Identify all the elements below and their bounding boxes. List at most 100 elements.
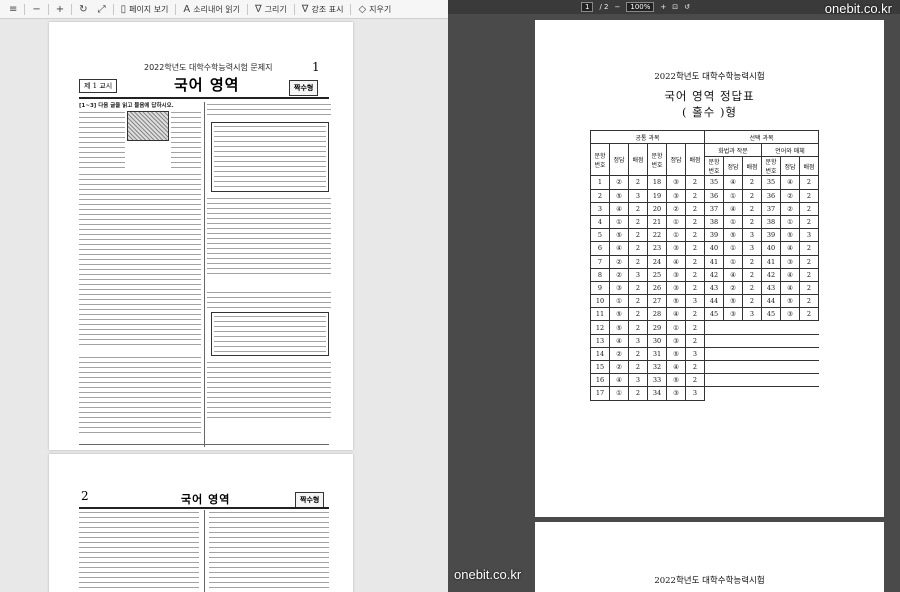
answer-cell: 43 — [761, 280, 781, 296]
question-intro: [1~3] 다음 글을 읽고 물음에 답하시오. — [79, 103, 174, 109]
answer-cell: ③ — [666, 175, 686, 190]
session-label: 제 1 교시 — [79, 79, 118, 93]
answer-cell: 39 — [704, 228, 724, 243]
question-text — [207, 292, 331, 308]
table-row: 5 ⑤ 2 22 ① 2 39 ⑤ 3 39 ⑤ 3 — [590, 228, 819, 243]
answer-cell: ⑤ — [780, 228, 800, 243]
draw-button[interactable]: ∇ 그리기 — [250, 0, 292, 18]
table-row: 8 ② 3 25 ③ 2 42 ④ 2 42 ④ 2 — [590, 267, 819, 282]
answer-cell: 2 — [685, 307, 705, 322]
answer-cell: 2 — [799, 267, 819, 282]
answer-cell: ② — [780, 201, 800, 216]
answer-cell: 3 — [590, 201, 610, 216]
answer-cell: 3 — [628, 188, 648, 203]
type-badge: 짝수형 — [289, 80, 319, 96]
type-badge: 짝수형 — [295, 492, 325, 508]
answer-cell: 15 — [590, 359, 610, 375]
col-num: 문항 번호 — [761, 156, 781, 177]
col-score: 배점 — [628, 143, 648, 177]
empty-cell — [761, 333, 781, 348]
zoom-out-button[interactable]: − — [27, 0, 45, 18]
answer-cell: 3 — [685, 294, 705, 309]
zoom-in-icon[interactable]: + — [660, 3, 666, 11]
zoom-out-icon[interactable]: − — [615, 3, 621, 11]
answer-cell: ④ — [723, 267, 743, 282]
answer-cell: 12 — [590, 320, 610, 335]
page-number: 2 — [81, 489, 89, 503]
answer-cell: ④ — [609, 201, 629, 216]
answer-cell: 6 — [590, 241, 610, 256]
passage-text — [79, 512, 199, 592]
col-num: 문항 번호 — [647, 143, 667, 177]
answer-cell: 4 — [590, 214, 610, 230]
table-row: 3 ④ 2 20 ② 2 37 ④ 2 37 ② 2 — [590, 201, 819, 216]
answer-cell: 45 — [761, 307, 781, 322]
answer-cell: 2 — [799, 280, 819, 296]
answer-cell: ④ — [609, 333, 629, 348]
highlight-button[interactable]: ∇ 강조 표시 — [297, 0, 349, 18]
fit-page-icon[interactable]: ⊡ — [672, 3, 678, 11]
answer-cell: ① — [609, 214, 629, 230]
zoom-in-button[interactable]: + — [51, 0, 69, 18]
toolbar-divider — [293, 3, 295, 15]
answer-cell: 2 — [799, 241, 819, 256]
column-divider — [204, 102, 205, 447]
empty-cell — [761, 346, 781, 361]
empty-cell — [704, 333, 724, 348]
page-total: / 2 — [599, 3, 609, 11]
empty-cell — [704, 346, 724, 361]
answer-cell: 20 — [647, 201, 667, 216]
rotate-icon[interactable]: ↺ — [684, 3, 690, 11]
type-line: ( 홀수 )형 — [681, 105, 738, 119]
page-view-button[interactable]: ▯ 페이지 보기 — [116, 0, 174, 18]
answer-cell: ② — [609, 346, 629, 362]
page-number-input[interactable]: 1 — [581, 2, 594, 12]
answer-cell: ⑤ — [666, 294, 686, 309]
subject-line: 국어 영역 정답표 — [664, 89, 755, 103]
answer-cell: 36 — [704, 188, 724, 203]
answer-cell: 2 — [628, 254, 648, 269]
answer-cell: 2 — [628, 175, 648, 190]
answer-cell: 3 — [628, 333, 648, 348]
answer-cell: 2 — [628, 346, 648, 362]
menu-button[interactable]: ≡ — [4, 0, 22, 18]
answer-cell: 2 — [685, 241, 705, 256]
answer-cell: 2 — [799, 175, 819, 190]
exam-title: 2022학년도 대학수학능력시험 문제지 — [144, 63, 273, 72]
answer-cell: 2 — [685, 228, 705, 243]
fit-icon: ⤢ — [97, 3, 106, 15]
passage-text — [171, 112, 201, 172]
header-rule — [79, 507, 329, 509]
answer-cell: ① — [609, 294, 629, 309]
answer-cell: 13 — [590, 333, 610, 348]
answer-cell: 31 — [647, 346, 667, 362]
answer-cell: ④ — [723, 201, 743, 216]
empty-cell — [723, 359, 743, 374]
answer-cell: ② — [609, 254, 629, 269]
erase-button[interactable]: ◇ 지우기 — [353, 0, 396, 18]
fit-button[interactable]: ⤢ — [93, 0, 111, 18]
read-aloud-button[interactable]: A 소리내어 읽기 — [178, 0, 245, 18]
empty-cell — [704, 359, 724, 374]
answer-cell: 2 — [685, 280, 705, 296]
answer-cell: 2 — [685, 320, 705, 335]
subject-title: 국어 영역 — [174, 76, 240, 94]
answer-cell: 10 — [590, 294, 610, 309]
answer-cell: ⑤ — [666, 373, 686, 388]
answer-cell: 2 — [628, 228, 648, 243]
col-score: 배점 — [685, 143, 705, 177]
zoom-input[interactable]: 100% — [626, 2, 655, 12]
answer-cell: 2 — [628, 280, 648, 296]
answer-cell: 2 — [685, 175, 705, 190]
column-divider — [204, 510, 205, 592]
answer-cell: 37 — [704, 201, 724, 216]
empty-cell — [780, 359, 800, 374]
choices-text — [207, 362, 331, 422]
read-aloud-icon: A — [183, 3, 191, 15]
answer-cell: 42 — [761, 267, 781, 282]
answer-cell: 2 — [685, 359, 705, 375]
rotate-button[interactable]: ↻ — [74, 0, 92, 18]
answer-cell: 3 — [799, 228, 819, 243]
answer-cell: ⑤ — [780, 294, 800, 309]
answer-cell: ② — [609, 359, 629, 375]
